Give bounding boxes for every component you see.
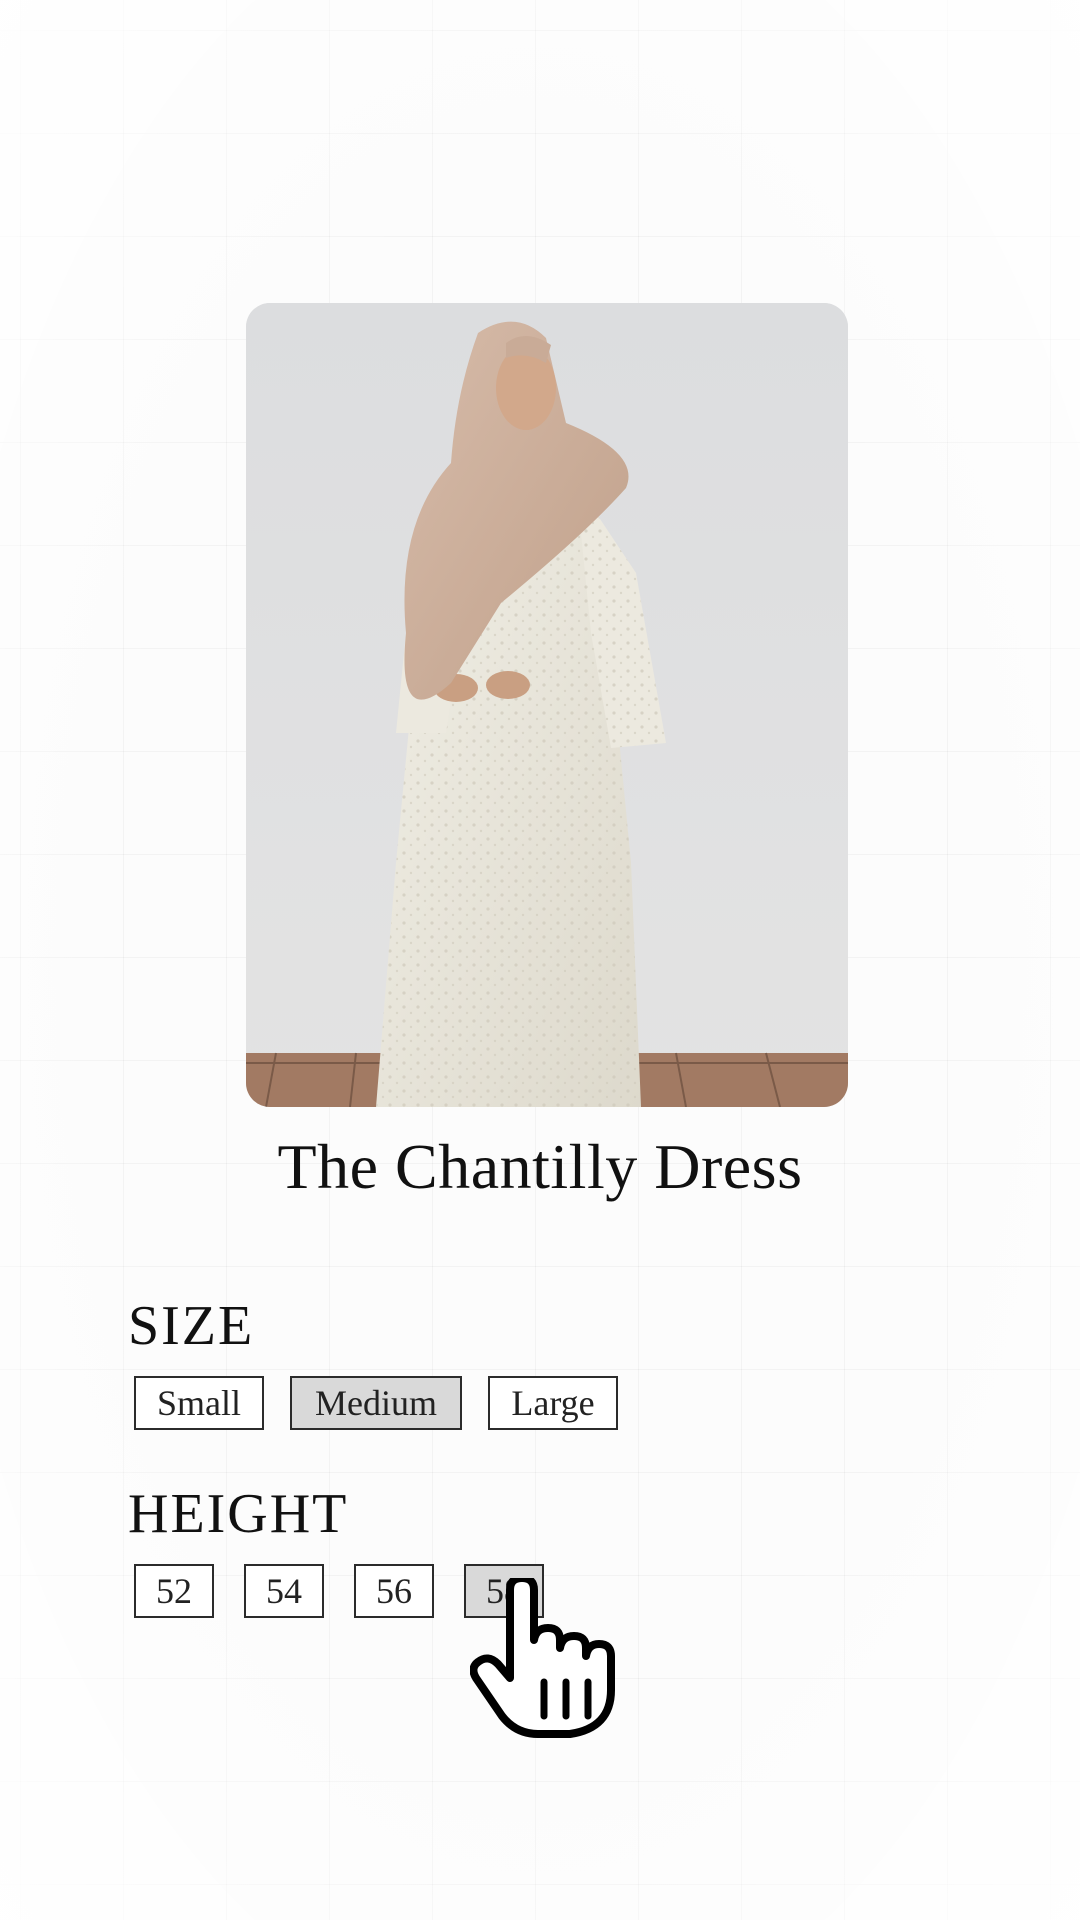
size-option-small[interactable]: Small: [134, 1376, 264, 1430]
height-option-56[interactable]: 56: [354, 1564, 434, 1618]
size-option-large[interactable]: Large: [488, 1376, 618, 1430]
size-option-medium[interactable]: Medium: [290, 1376, 462, 1430]
height-option-58[interactable]: 58: [464, 1564, 544, 1618]
model-illustration: [246, 303, 848, 1107]
size-options: Small Medium Large: [134, 1376, 618, 1430]
size-label: SIZE: [128, 1295, 255, 1357]
height-options: 52 54 56 58: [134, 1564, 544, 1618]
product-image: [246, 303, 848, 1107]
height-option-54[interactable]: 54: [244, 1564, 324, 1618]
height-label: HEIGHT: [128, 1483, 349, 1545]
product-title: The Chantilly Dress: [277, 1131, 803, 1202]
height-option-52[interactable]: 52: [134, 1564, 214, 1618]
